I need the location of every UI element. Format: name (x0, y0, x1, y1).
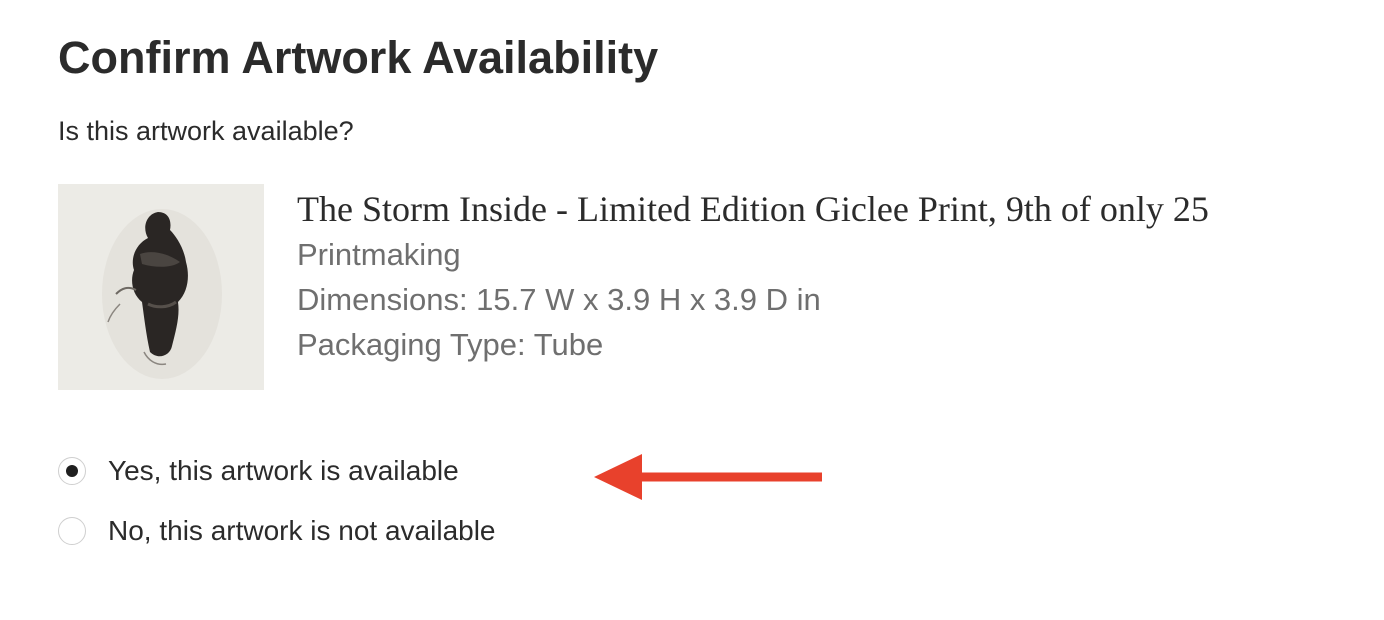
option-not-available-label[interactable]: No, this artwork is not available (108, 513, 496, 549)
option-available[interactable]: Yes, this artwork is available (58, 446, 496, 496)
artwork-title: The Storm Inside - Limited Edition Gicle… (297, 189, 1209, 229)
artwork-details: The Storm Inside - Limited Edition Gicle… (297, 186, 1209, 367)
radio-selected-dot (66, 465, 78, 477)
page-title: Confirm Artwork Availability (58, 32, 659, 83)
option-not-available[interactable]: No, this artwork is not available (58, 506, 496, 556)
availability-options: Yes, this artwork is available No, this … (58, 446, 496, 566)
artwork-dimensions: Dimensions: 15.7 W x 3.9 H x 3.9 D in (297, 282, 821, 317)
artwork-medium: Printmaking (297, 237, 461, 272)
radio-not-available[interactable] (58, 517, 86, 545)
availability-question: Is this artwork available? (58, 116, 354, 146)
left-arrow-icon (594, 454, 822, 500)
option-available-label[interactable]: Yes, this artwork is available (108, 453, 459, 489)
artwork-thumbnail (58, 184, 264, 390)
radio-available[interactable] (58, 457, 86, 485)
artwork-image (58, 184, 264, 390)
artwork-packaging: Packaging Type: Tube (297, 327, 604, 362)
